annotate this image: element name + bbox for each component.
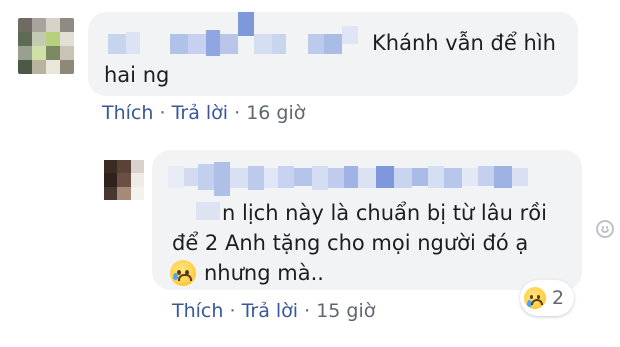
timestamp[interactable]: 16 giờ bbox=[246, 102, 305, 124]
like-link[interactable]: Thích bbox=[172, 300, 223, 322]
commenter-name-redacted[interactable] bbox=[108, 12, 358, 58]
timestamp[interactable]: 15 giờ bbox=[316, 300, 375, 322]
separator-dot: · bbox=[159, 102, 166, 124]
comment-actions: Thích · Trả lời · 15 giờ bbox=[172, 300, 375, 322]
reaction-count: 2 bbox=[552, 287, 565, 309]
comment-text: để 2 Anh tặng cho mọi người đó ạ bbox=[172, 231, 529, 255]
comment-text: n lịch này là chuẩn bị từ lâu rồi bbox=[222, 201, 547, 225]
reaction-summary[interactable]: 2 bbox=[520, 280, 575, 316]
comment-actions: Thích · Trả lời · 16 giờ bbox=[102, 102, 305, 124]
smiley-icon[interactable] bbox=[596, 220, 614, 238]
name-redaction-block bbox=[196, 202, 220, 220]
comment-text: hai ng bbox=[104, 63, 170, 87]
comment-text: Khánh vẫn để hìh bbox=[372, 31, 556, 55]
sad-face-icon bbox=[524, 287, 546, 309]
separator-dot: · bbox=[229, 300, 236, 322]
crying-face-icon bbox=[170, 260, 196, 286]
reply-link[interactable]: Trả lời bbox=[242, 300, 299, 322]
avatar[interactable] bbox=[18, 18, 74, 74]
separator-dot: · bbox=[234, 102, 241, 124]
comment-text: nhưng mà.. bbox=[204, 261, 324, 285]
separator-dot: · bbox=[304, 300, 311, 322]
avatar[interactable] bbox=[104, 160, 144, 200]
reply-link[interactable]: Trả lời bbox=[172, 102, 229, 124]
like-link[interactable]: Thích bbox=[102, 102, 153, 124]
